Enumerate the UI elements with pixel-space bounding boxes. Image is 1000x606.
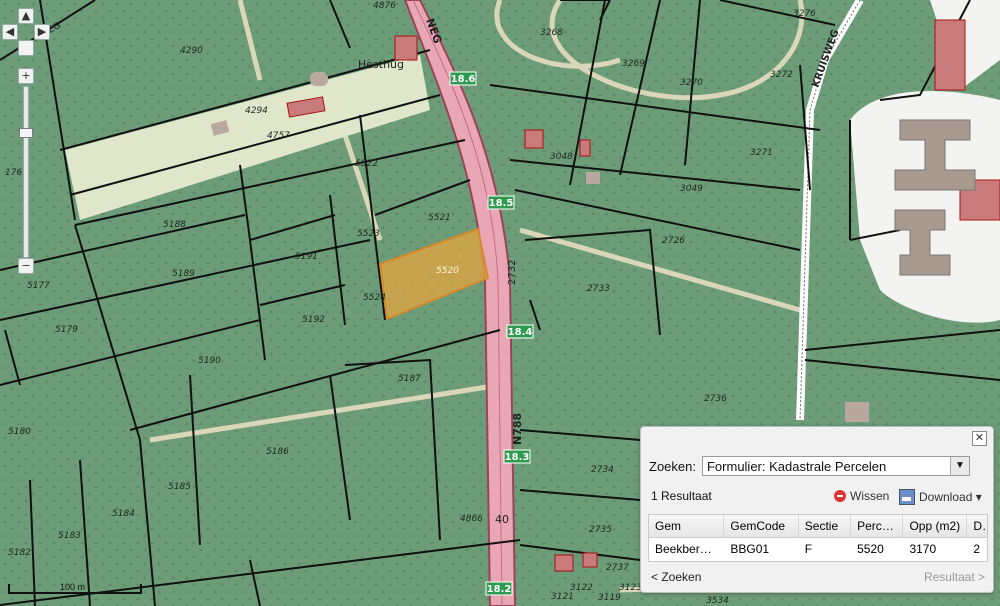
- zoom-slider-track[interactable]: [23, 86, 29, 258]
- road-number-vertical: 2732: [507, 260, 518, 285]
- pan-right-button[interactable]: ▶: [34, 24, 50, 40]
- zoom-slider-thumb[interactable]: [19, 128, 33, 138]
- search-label: Zoeken:: [649, 458, 696, 474]
- download-icon: [899, 489, 915, 505]
- pan-down-button[interactable]: [18, 40, 34, 56]
- parcel-label: 5185: [168, 482, 191, 492]
- parcel-label: 3049: [680, 184, 703, 194]
- cell-sectie: F: [804, 542, 813, 556]
- parcel-label: 5523: [357, 229, 380, 239]
- parcel-label: 5180: [8, 427, 31, 437]
- cell-gemcode: BBG01: [730, 542, 770, 556]
- road-marker: 18.5: [487, 195, 515, 210]
- results-toolbar: 1 Resultaat Wissen Download ▾: [651, 489, 985, 505]
- parcel-label: 5184: [112, 509, 135, 519]
- parcel-label: 2735: [589, 525, 612, 535]
- road-marker-label: 18.2: [487, 584, 512, 595]
- parcel-label: 5521: [428, 213, 451, 223]
- parcel-label: 3121: [551, 592, 574, 602]
- parcel-label: 4290: [180, 46, 203, 56]
- parcel-label: 5177: [27, 281, 50, 291]
- search-row: Zoeken: Formulier: Kadastrale Percelen ▼: [649, 456, 970, 476]
- cell-d: 2: [973, 542, 980, 556]
- parcel-label: 3268: [540, 28, 563, 38]
- parcel-label: 2734: [591, 465, 614, 475]
- column-header-perceel[interactable]: Perceel: [851, 515, 904, 537]
- zoom-in-button[interactable]: +: [18, 68, 34, 84]
- download-label: Download ▾: [919, 490, 982, 504]
- parcel-label: 2733: [587, 284, 610, 294]
- parcel-label: 3276: [793, 9, 816, 19]
- cell-perceel: 5520: [857, 542, 884, 556]
- parcel-label: 5520: [436, 266, 459, 276]
- parcel-label: 3272: [770, 70, 793, 80]
- pan-up-button[interactable]: ▲: [18, 8, 34, 24]
- parcel-label: 2726: [662, 236, 685, 246]
- column-header-opp[interactable]: Opp (m2): [903, 515, 968, 537]
- column-header-gemcode[interactable]: GemCode: [724, 515, 799, 537]
- road-marker-label: 18.5: [489, 198, 514, 209]
- chevron-down-icon[interactable]: ▼: [949, 457, 969, 475]
- parcel-label: 4866: [460, 514, 483, 524]
- scale-label: 100 m: [60, 582, 86, 592]
- parcel-label: 2737: [606, 563, 629, 573]
- road-marker-label: 18.6: [451, 74, 476, 85]
- parcel-label: 5190: [198, 356, 221, 366]
- road-marker: 18.3: [503, 449, 531, 464]
- column-header-gem[interactable]: Gem: [649, 515, 725, 537]
- parcel-label: 5187: [398, 374, 421, 384]
- parcel-label: 5183: [58, 531, 81, 541]
- column-header-d[interactable]: D: [967, 515, 987, 537]
- parcel-label: 5182: [8, 548, 31, 558]
- parcel-label: 3270: [680, 78, 703, 88]
- pan-left-button[interactable]: ◀: [2, 24, 18, 40]
- parcel-label: 3119: [598, 593, 621, 603]
- search-form-select[interactable]: Formulier: Kadastrale Percelen ▼: [701, 456, 970, 476]
- partial-marker: 40: [495, 513, 509, 526]
- clear-icon: [834, 490, 846, 502]
- parcel-label: 4294: [245, 106, 268, 116]
- clear-label: Wissen: [850, 489, 890, 503]
- close-icon[interactable]: ✕: [972, 431, 987, 446]
- table-header: Gem GemCode Sectie Perceel Opp (m2) D: [649, 515, 987, 538]
- parcel-label: 3123: [619, 583, 642, 593]
- search-results-panel: ✕ Zoeken: Formulier: Kadastrale Percelen…: [640, 426, 994, 593]
- search-form-value: Formulier: Kadastrale Percelen: [706, 458, 887, 474]
- road-marker: 18.6: [449, 71, 477, 86]
- parcel-label: 5522: [355, 159, 378, 169]
- road-marker: 18.4: [506, 324, 534, 339]
- place-name: Hesthug: [358, 58, 404, 71]
- parcel-label: 5186: [266, 447, 289, 457]
- cell-opp: 3170: [909, 542, 937, 556]
- results-table: Gem GemCode Sectie Perceel Opp (m2) D Be…: [648, 514, 988, 562]
- parcel-label: 3271: [750, 148, 773, 158]
- clear-button[interactable]: Wissen: [834, 489, 889, 503]
- parcel-label: 2736: [704, 394, 727, 404]
- parcel-label: 3048: [550, 152, 573, 162]
- parcel-label: 5192: [302, 315, 325, 325]
- parcel-label: 5179: [55, 325, 78, 335]
- parcel-label: 3269: [622, 59, 645, 69]
- road-marker-label: 18.4: [508, 327, 533, 338]
- parcel-label: 5524: [363, 293, 386, 303]
- road-marker-label: 18.3: [505, 452, 530, 463]
- parcel-label: 4757: [267, 131, 290, 141]
- road-marker: 18.2: [485, 581, 513, 596]
- parcel-label: 5189: [172, 269, 195, 279]
- parcel-label: 4876: [373, 1, 396, 11]
- parcel-label: 176: [5, 168, 22, 178]
- table-row[interactable]: Beekber… BBG01 F 5520 3170 2: [649, 538, 987, 560]
- road-label-n788: N788: [511, 413, 524, 445]
- parcel-label: 3534: [706, 596, 729, 606]
- back-to-search-link[interactable]: < Zoeken: [651, 570, 701, 584]
- parcel-label: 5191: [295, 252, 318, 262]
- column-header-sectie[interactable]: Sectie: [799, 515, 852, 537]
- cell-gem: Beekber…: [655, 542, 712, 556]
- result-count: 1 Resultaat: [651, 489, 712, 503]
- next-result-link[interactable]: Resultaat >: [924, 570, 985, 584]
- zoom-out-button[interactable]: −: [18, 258, 34, 274]
- parcel-label: 5188: [163, 220, 186, 230]
- panel-footer: < Zoeken Resultaat >: [651, 570, 985, 584]
- download-button[interactable]: Download ▾: [899, 489, 982, 505]
